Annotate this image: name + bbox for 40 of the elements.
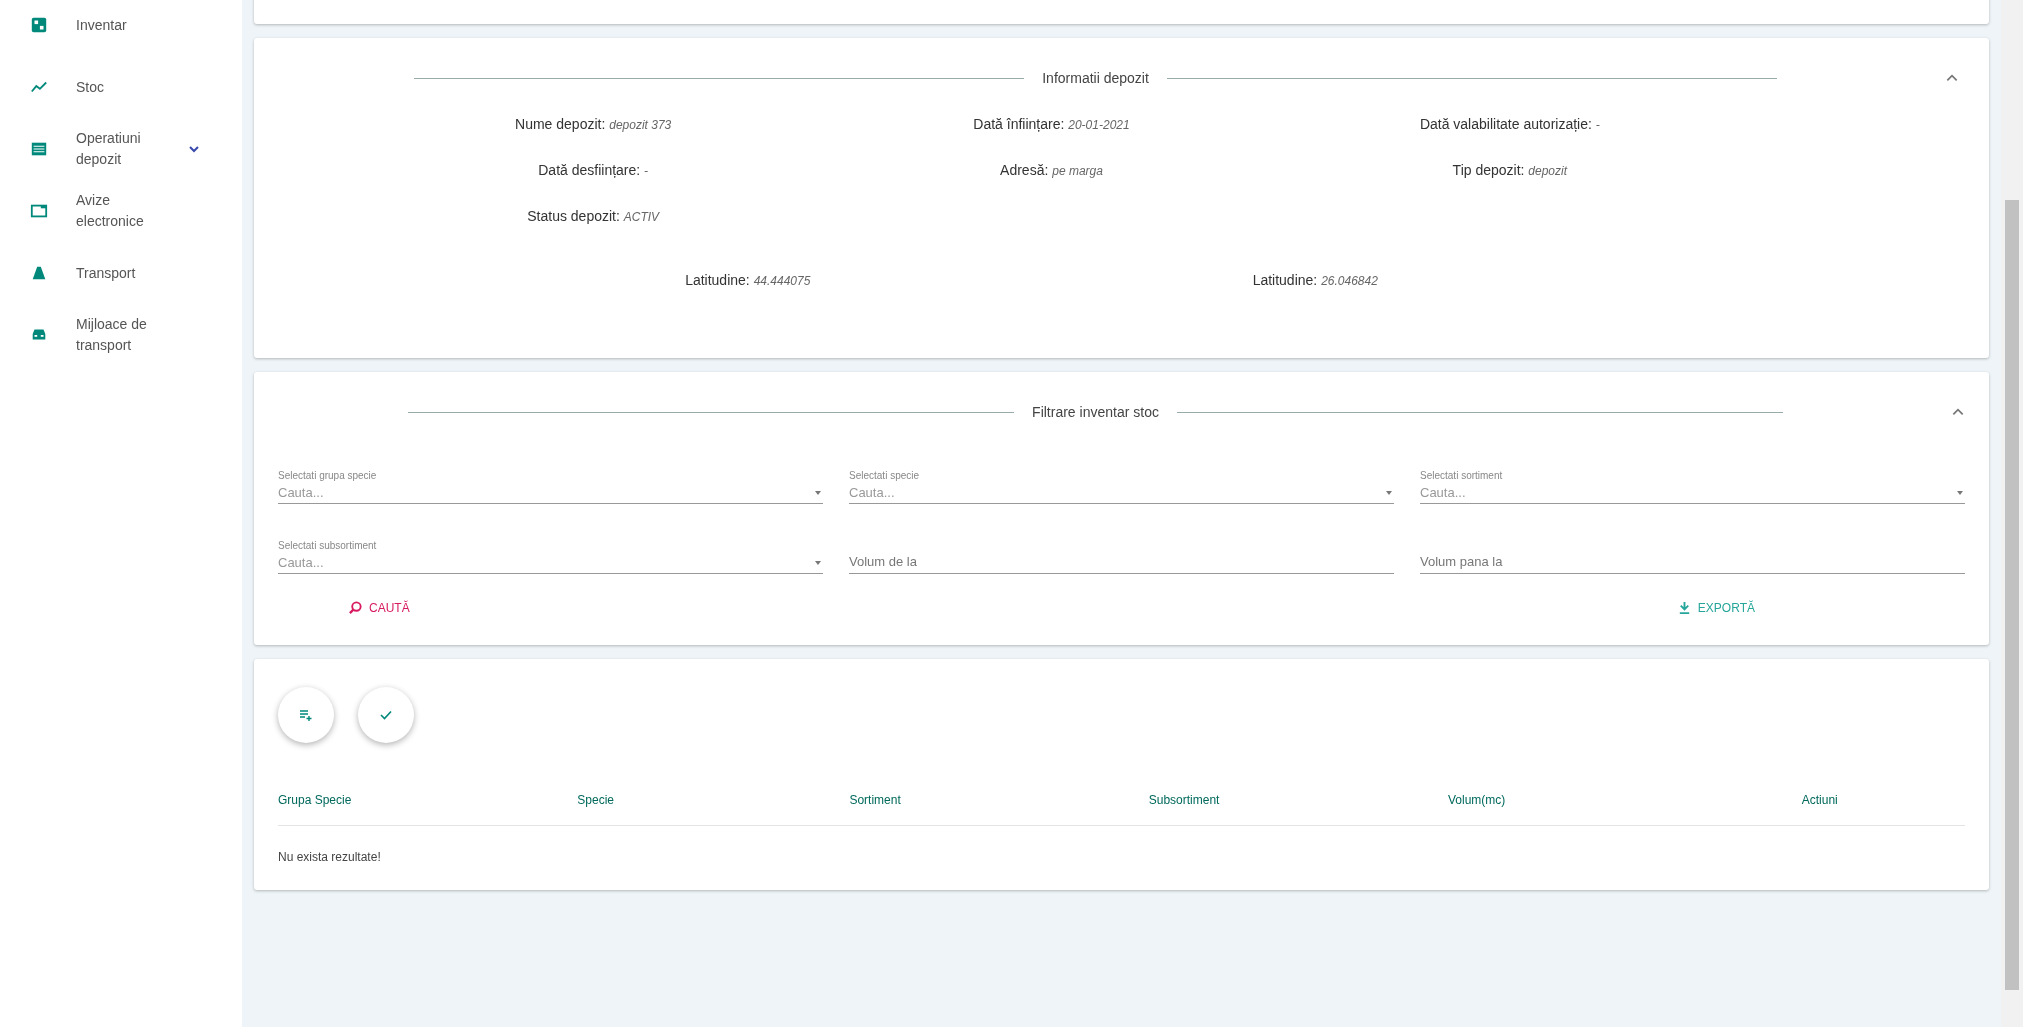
info-field: Dată valabilitate autorizație: - bbox=[1419, 116, 1600, 132]
select-field[interactable]: Selectati specie Cauta... bbox=[849, 470, 1394, 504]
sidebar-item[interactable]: Operatiuni depozit bbox=[0, 126, 230, 172]
column-header[interactable]: Grupa Specie bbox=[278, 793, 578, 807]
input-field[interactable]: Volum de la bbox=[849, 550, 1394, 574]
column-header[interactable]: Sortiment bbox=[849, 793, 1149, 807]
info-field: Latitudine: 44.444075 bbox=[685, 272, 811, 288]
info-field: Status depozit: ACTIV bbox=[527, 208, 660, 224]
sidebar-item[interactable]: Mijloace de transport bbox=[0, 312, 230, 358]
column-header[interactable]: Actiuni bbox=[1801, 793, 1965, 807]
list-icon bbox=[30, 140, 48, 158]
info-field: Nume depozit: depozit 373 bbox=[515, 116, 672, 132]
select-field[interactable]: Selectati subsortiment Cauta... bbox=[278, 540, 823, 574]
sidebar-item[interactable]: Avize electronice bbox=[0, 188, 230, 234]
grid-icon bbox=[30, 16, 48, 34]
select-field[interactable]: Selectati sortiment Cauta... bbox=[1420, 470, 1965, 504]
input-field[interactable]: Volum pana la bbox=[1420, 550, 1965, 574]
scrollbar[interactable] bbox=[2001, 0, 2023, 1027]
folder-icon bbox=[30, 202, 48, 220]
column-header[interactable]: Subsortiment bbox=[1148, 793, 1448, 807]
column-header[interactable]: Specie bbox=[577, 793, 850, 807]
confirm-button[interactable] bbox=[358, 687, 414, 743]
info-field: Adresă: pe marga bbox=[1000, 162, 1103, 178]
sidebar-item[interactable]: Transport bbox=[0, 250, 230, 296]
section-title: Filtrare inventar stoc bbox=[1032, 404, 1159, 420]
info-field: Dată desființare: - bbox=[538, 162, 649, 178]
search-button[interactable]: CAUTĂ bbox=[338, 594, 420, 621]
search-icon bbox=[348, 600, 363, 615]
info-field: Tip depozit: depozit bbox=[1452, 162, 1568, 178]
chevron-down-icon bbox=[188, 143, 200, 155]
empty-message: Nu exista rezultate! bbox=[278, 849, 382, 866]
sidebar-item[interactable]: Stoc bbox=[0, 64, 230, 110]
sidebar-item[interactable]: Inventar bbox=[0, 2, 230, 48]
column-header[interactable]: Volum(mc) bbox=[1448, 793, 1802, 807]
select-field[interactable]: Selectati grupa specie Cauta... bbox=[278, 470, 823, 504]
section-title: Informatii depozit bbox=[1042, 70, 1149, 86]
info-field: Latitudine: 26.046842 bbox=[1252, 272, 1378, 288]
info-field: Dată înființare: 20-01-2021 bbox=[973, 116, 1130, 132]
playlist-add-icon bbox=[298, 707, 314, 723]
add-list-button[interactable] bbox=[278, 687, 334, 743]
